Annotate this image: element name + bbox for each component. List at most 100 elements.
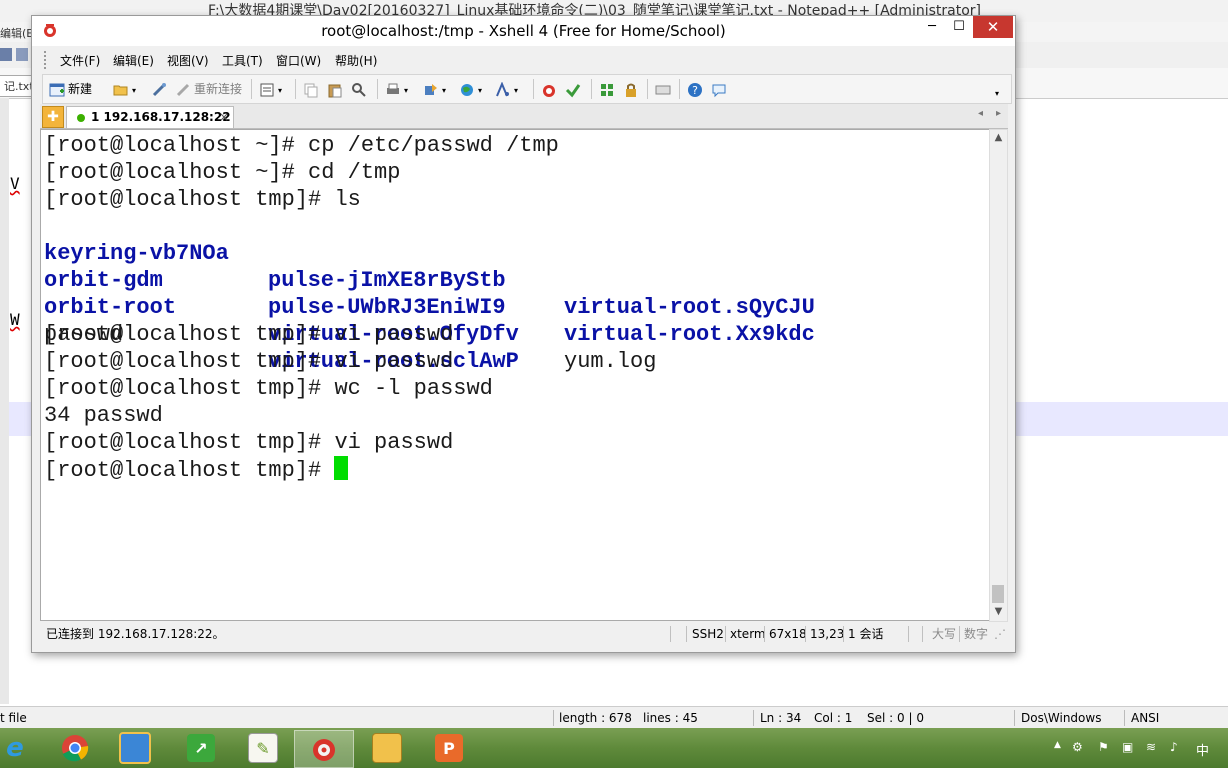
transfer-button[interactable]: ▾ — [423, 80, 446, 98]
tab-close-icon[interactable]: × — [219, 107, 229, 128]
keyboard-button[interactable] — [655, 80, 674, 98]
tray-network-icon[interactable]: ⚙ — [1072, 740, 1083, 754]
taskbar-app-blue[interactable] — [106, 730, 164, 766]
scroll-thumb[interactable] — [992, 585, 1004, 603]
terminal[interactable]: [root@localhost ~]# cp /etc/passwd /tmp … — [40, 129, 990, 621]
taskbar: e ↗ ✎ P ▲ ⚙ ⚑ ▣ ≋ ♪ 中 — [0, 728, 1228, 768]
tray-app-icon[interactable]: ▣ — [1122, 740, 1133, 754]
reconnect-label: 重新连接 — [194, 82, 243, 96]
tray-wifi-icon[interactable]: ≋ — [1146, 740, 1156, 754]
status-col: Col : 1 — [814, 711, 853, 725]
menu-file[interactable]: 文件(F) — [60, 52, 100, 69]
tray-flag-icon[interactable]: ⚑ — [1098, 740, 1109, 754]
taskbar-ie[interactable]: e — [0, 730, 44, 766]
status-lines: lines : 45 — [643, 711, 698, 725]
taskbar-chrome[interactable] — [46, 730, 104, 766]
reconnect-button[interactable]: 重新连接 — [175, 80, 242, 98]
menu-view[interactable]: 视图(V) — [167, 52, 209, 69]
notepadpp-text-fragment: V — [10, 174, 20, 193]
maximize-button[interactable]: ☐ — [944, 16, 974, 38]
tray-volume-icon[interactable]: ♪ — [1170, 740, 1178, 754]
notepadpp-statusbar: t file length : 678 lines : 45 Ln : 34 C… — [0, 706, 1228, 729]
input-method-indicator[interactable]: 中 — [1196, 740, 1209, 759]
terminal-type-status: xterm — [730, 627, 766, 641]
xshell-logo-button[interactable] — [541, 80, 560, 98]
session-tab-label: 1 192.168.17.128:22 — [91, 110, 231, 124]
session-tab[interactable]: 1 192.168.17.128:22 × — [66, 106, 234, 128]
taskbar-app-green[interactable]: ↗ — [172, 730, 230, 766]
new-tab-button[interactable]: ✚ — [42, 106, 64, 128]
layout-button[interactable] — [599, 80, 618, 98]
minimize-button[interactable]: ─ — [917, 16, 947, 38]
tab-scroll-left-icon[interactable]: ◂ — [978, 108, 983, 119]
properties-icon — [260, 83, 274, 96]
resize-grip-icon[interactable]: ⋰ — [994, 623, 1006, 645]
notepadpp-text-fragment: W — [10, 310, 20, 329]
notepadpp-icon: ✎ — [248, 733, 278, 763]
print-button[interactable]: ▾ — [385, 80, 408, 98]
window-title: root@localhost:/tmp - Xshell 4 (Free for… — [321, 22, 726, 40]
properties-button[interactable]: ▾ — [259, 80, 282, 98]
chevron-down-icon: ▾ — [478, 86, 483, 95]
menubar: 文件(F) 编辑(E) 视图(V) 工具(T) 窗口(W) 帮助(H) — [42, 48, 1010, 72]
scroll-down-icon[interactable]: ▼ — [990, 606, 1007, 617]
xshell-window: root@localhost:/tmp - Xshell 4 (Free for… — [31, 15, 1016, 653]
paste-button[interactable] — [327, 80, 346, 98]
status-encoding: ANSI — [1131, 711, 1160, 725]
status-filetype: t file — [0, 711, 27, 725]
status-sel: Sel : 0 | 0 — [867, 711, 924, 725]
globe-icon — [461, 83, 473, 96]
keyboard-icon — [655, 85, 671, 94]
status-ln: Ln : 34 — [760, 711, 802, 725]
paste-icon — [328, 84, 342, 97]
font-icon — [496, 81, 509, 96]
search-icon — [352, 82, 366, 97]
internet-explorer-icon: e — [6, 733, 24, 763]
remote-desktop-icon: ↗ — [187, 734, 215, 762]
calendar-app-icon — [119, 732, 151, 764]
terminal-prompt: [root@localhost tmp]# — [44, 458, 335, 483]
help-button[interactable]: ? — [687, 80, 706, 98]
tray-expand-icon[interactable]: ▲ — [1054, 740, 1061, 750]
taskbar-powerpoint[interactable]: P — [420, 730, 478, 766]
ls-entry: virtual-root.Xx9kdc — [564, 322, 815, 347]
taskbar-notepadpp[interactable]: ✎ — [234, 730, 292, 766]
menu-tools[interactable]: 工具(T) — [222, 52, 263, 69]
new-session-button[interactable]: 新建 — [49, 80, 92, 98]
xftp-button[interactable] — [565, 80, 584, 98]
connect-button[interactable] — [151, 80, 170, 98]
tab-scroll-right-icon[interactable]: ▸ — [996, 108, 1001, 119]
close-button[interactable]: ✕ — [973, 16, 1013, 38]
cursor-position-status: 13,23 — [810, 627, 845, 641]
terminal-cursor — [334, 456, 349, 480]
scroll-up-icon[interactable]: ▲ — [990, 132, 1007, 143]
new-session-label: 新建 — [68, 82, 93, 96]
caps-lock-status: 大写 — [932, 627, 957, 641]
lock-button[interactable] — [623, 80, 642, 98]
taskbar-xshell[interactable] — [294, 730, 354, 768]
chat-button[interactable] — [711, 80, 730, 98]
menu-help[interactable]: 帮助(H) — [335, 52, 377, 69]
menubar-grip[interactable] — [44, 51, 49, 69]
globe-button[interactable]: ▾ — [459, 80, 482, 98]
xshell-titlebar[interactable]: root@localhost:/tmp - Xshell 4 (Free for… — [32, 16, 1015, 46]
save-icon[interactable] — [0, 46, 30, 64]
open-button[interactable]: ▾ — [113, 80, 136, 98]
presentation-app-icon: P — [435, 734, 463, 762]
svg-text:?: ? — [692, 84, 698, 97]
status-eol: Dos\Windows — [1021, 711, 1102, 725]
terminal-scrollbar[interactable]: ▲ ▼ — [989, 129, 1008, 622]
find-button[interactable] — [351, 80, 370, 98]
menu-edit[interactable]: 编辑(E) — [113, 52, 154, 69]
font-button[interactable]: ▾ — [495, 80, 518, 98]
taskbar-explorer[interactable] — [358, 730, 416, 766]
grid-icon — [601, 83, 613, 96]
menu-window[interactable]: 窗口(W) — [276, 52, 321, 69]
xshell-taskbar-icon — [313, 739, 335, 761]
protocol-status: SSH2 — [692, 627, 724, 641]
chevron-down-icon: ▾ — [442, 86, 447, 95]
toolbar-overflow-icon[interactable]: ▾ — [995, 85, 999, 103]
speech-bubble-icon — [712, 84, 726, 97]
folder-open-icon — [113, 85, 128, 95]
copy-button[interactable] — [303, 80, 322, 98]
